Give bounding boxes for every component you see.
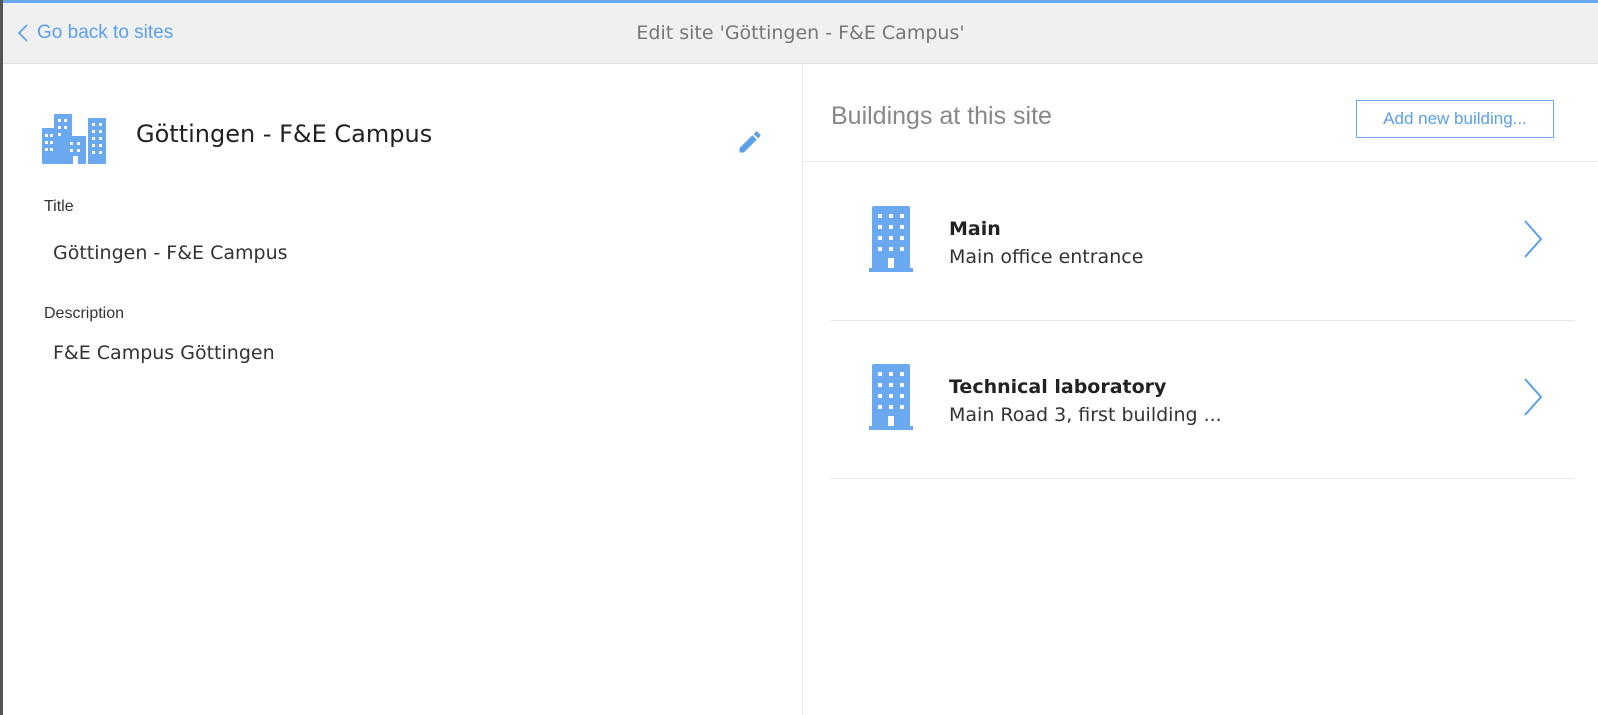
chevron-right-icon[interactable] bbox=[1521, 376, 1545, 418]
app-window: Go back to sites Edit site 'Göttingen - … bbox=[0, 0, 1598, 715]
description-field[interactable]: F&E Campus Göttingen bbox=[53, 342, 275, 364]
office-building-icon bbox=[869, 364, 913, 430]
chevron-left-icon bbox=[17, 24, 28, 42]
building-description: Main office entrance bbox=[949, 246, 1144, 268]
page-title: Edit site 'Göttingen - F&E Campus' bbox=[636, 22, 965, 44]
title-field-label: Title bbox=[44, 198, 74, 215]
back-to-sites-link[interactable]: Go back to sites bbox=[17, 3, 173, 63]
buildings-heading: Buildings at this site bbox=[831, 102, 1052, 130]
add-new-building-button[interactable]: Add new building... bbox=[1356, 100, 1554, 138]
site-details-panel: Göttingen - F&E Campus Title Göttingen -… bbox=[3, 64, 803, 715]
building-row-technical-laboratory[interactable]: Technical laboratory Main Road 3, first … bbox=[831, 320, 1575, 479]
back-link-label: Go back to sites bbox=[37, 22, 174, 43]
chevron-right-icon[interactable] bbox=[1521, 218, 1545, 260]
description-field-label: Description bbox=[44, 305, 125, 322]
city-buildings-icon bbox=[42, 114, 106, 164]
buildings-panel-header: Buildings at this site Add new building.… bbox=[803, 64, 1598, 162]
pencil-icon[interactable] bbox=[736, 128, 764, 156]
site-name-heading: Göttingen - F&E Campus bbox=[136, 120, 433, 148]
office-building-icon bbox=[869, 206, 913, 272]
title-field[interactable]: Göttingen - F&E Campus bbox=[53, 242, 288, 264]
buildings-panel: Buildings at this site Add new building.… bbox=[803, 64, 1598, 715]
building-row-main[interactable]: Main Main office entrance bbox=[831, 162, 1575, 321]
building-name: Main bbox=[949, 218, 1001, 240]
building-description: Main Road 3, first building ... bbox=[949, 404, 1222, 426]
building-name: Technical laboratory bbox=[949, 376, 1167, 398]
top-bar: Go back to sites Edit site 'Göttingen - … bbox=[3, 3, 1598, 64]
